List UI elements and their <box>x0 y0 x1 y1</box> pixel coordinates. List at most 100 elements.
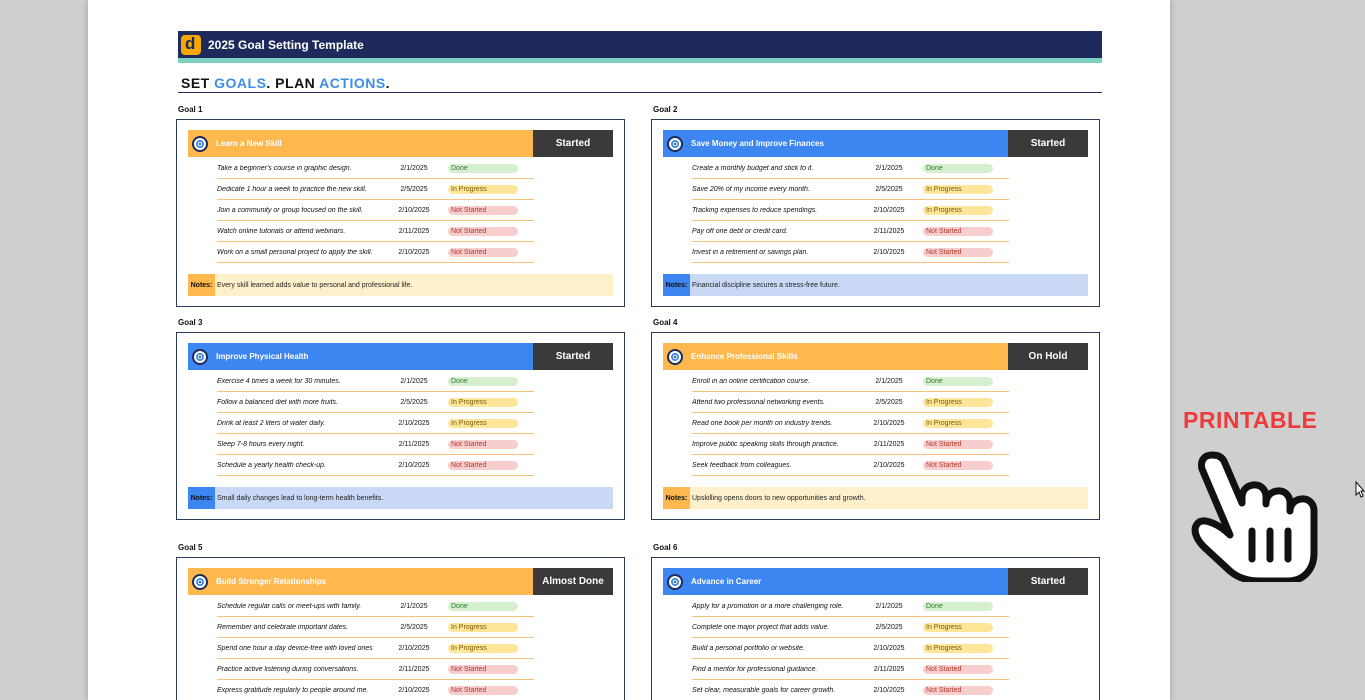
task-status[interactable]: Done <box>923 376 993 386</box>
printable-label: PRINTABLE <box>1183 407 1318 433</box>
goal-label: Goal 3 <box>178 318 203 327</box>
task-status[interactable]: In Progress <box>448 397 518 407</box>
task-text: Save 20% of my income every month. <box>692 185 810 193</box>
task-status[interactable]: In Progress <box>448 418 518 428</box>
goal-card-header: Advance in Career Started <box>663 568 1088 595</box>
task-status[interactable]: Done <box>923 163 993 173</box>
goal-status[interactable]: Started <box>1008 130 1088 157</box>
task-row: Take a beginner's course in graphic desi… <box>217 158 534 179</box>
task-status[interactable]: In Progress <box>448 184 518 194</box>
goal-title: Save Money and Improve Finances <box>691 139 824 148</box>
task-status[interactable]: In Progress <box>923 205 993 215</box>
goal-title-bar: Enhance Professional Skills <box>663 343 1008 370</box>
task-status[interactable]: Not Started <box>923 247 993 257</box>
task-row: Attend two professional networking event… <box>692 392 1009 413</box>
target-icon <box>667 573 683 590</box>
task-text: Dedicate 1 hour a week to practice the n… <box>217 185 367 193</box>
task-row: Complete one major project that adds val… <box>692 617 1009 638</box>
task-status[interactable]: In Progress <box>448 643 518 653</box>
notes-label: Notes: <box>188 274 215 296</box>
task-status[interactable]: In Progress <box>923 184 993 194</box>
task-row: Follow a balanced diet with more fruits.… <box>217 392 534 413</box>
task-date: 2/11/2025 <box>873 440 905 448</box>
task-date: 2/10/2025 <box>398 461 430 469</box>
task-date: 2/11/2025 <box>873 665 905 673</box>
task-status[interactable]: Done <box>448 601 518 611</box>
task-row: Sleep 7-8 hours every night. 2/11/2025 Not… <box>217 434 534 455</box>
goal-card-header: Build Stronger Relationships Almost Done <box>188 568 613 595</box>
task-date: 2/1/2025 <box>875 164 903 172</box>
task-status[interactable]: Not Started <box>448 205 518 215</box>
task-text: Seek feedback from colleagues. <box>692 461 792 469</box>
task-date: 2/10/2025 <box>873 248 905 256</box>
target-icon <box>192 135 208 152</box>
goal-status[interactable]: Started <box>1008 568 1088 595</box>
task-status[interactable]: Not Started <box>448 226 518 236</box>
task-status[interactable]: In Progress <box>448 622 518 632</box>
task-status[interactable]: Not Started <box>923 685 993 695</box>
task-date: 2/5/2025 <box>400 623 428 631</box>
notes-text: Every skill learned adds value to person… <box>217 281 413 289</box>
task-list: Take a beginner's course in graphic desi… <box>217 158 534 263</box>
task-text: Follow a balanced diet with more fruits. <box>217 398 338 406</box>
goal-card: Improve Physical Health Started Exercise 4… <box>176 332 625 520</box>
task-row: Drink at least 2 liters of water daily. 2… <box>217 413 534 434</box>
task-row: Schedule regular calls or meet-ups with … <box>217 596 534 617</box>
task-text: Take a beginner's course in graphic desi… <box>217 164 352 172</box>
task-text: Complete one major project that adds val… <box>692 623 830 631</box>
goal-status[interactable]: Almost Done <box>533 568 613 595</box>
task-text: Attend two professional networking event… <box>692 398 826 406</box>
task-text: Join a community or group focused on the… <box>217 206 363 214</box>
notes-label: Notes: <box>188 487 215 509</box>
task-status[interactable]: In Progress <box>923 622 993 632</box>
task-row: Apply for a promotion or a more challeng… <box>692 596 1009 617</box>
task-row: Find a mentor for professional guidance.… <box>692 659 1009 680</box>
task-status[interactable]: In Progress <box>923 643 993 653</box>
goal-notes: Notes: Financial discipline secures a str… <box>663 274 1088 296</box>
task-text: Find a mentor for professional guidance. <box>692 665 818 673</box>
task-date: 2/10/2025 <box>398 206 430 214</box>
task-row: Schedule a yearly health check-up. 2/10/2… <box>217 455 534 476</box>
task-text: Create a monthly budget and stick to it. <box>692 164 814 172</box>
task-date: 2/5/2025 <box>400 398 428 406</box>
task-status[interactable]: In Progress <box>923 397 993 407</box>
task-status[interactable]: Not Started <box>923 439 993 449</box>
task-date: 2/5/2025 <box>875 185 903 193</box>
task-row: Exercise 4 times a week for 30 minutes. 2… <box>217 371 534 392</box>
template-header: d 2025 Goal Setting Template <box>178 31 1102 58</box>
goal-title-bar: Improve Physical Health <box>188 343 533 370</box>
task-status[interactable]: Not Started <box>448 247 518 257</box>
goal-title: Learn a New Skill <box>216 139 282 148</box>
notes-text: Small daily changes lead to long-term he… <box>217 494 384 502</box>
target-icon <box>192 573 208 590</box>
goal-title-bar: Build Stronger Relationships <box>188 568 533 595</box>
task-text: Enroll in an online certification course… <box>692 377 810 385</box>
goal-card: Learn a New Skill Started Take a beginner'… <box>176 119 625 307</box>
task-text: Tracking expenses to reduce spendings. <box>692 206 818 214</box>
task-status[interactable]: In Progress <box>923 418 993 428</box>
task-status[interactable]: Not Started <box>448 460 518 470</box>
task-date: 2/10/2025 <box>873 206 905 214</box>
task-status[interactable]: Not Started <box>923 226 993 236</box>
task-status[interactable]: Done <box>448 163 518 173</box>
goal-status[interactable]: Started <box>533 130 613 157</box>
target-icon <box>667 348 683 365</box>
task-list: Exercise 4 times a week for 30 minutes. 2… <box>217 371 534 476</box>
task-status[interactable]: Not Started <box>923 664 993 674</box>
task-status[interactable]: Not Started <box>448 664 518 674</box>
goal-label: Goal 5 <box>178 543 203 552</box>
task-status[interactable]: Not Started <box>923 460 993 470</box>
goal-card: Save Money and Improve Finances Started Cr… <box>651 119 1100 307</box>
task-row: Pay off one debt or credit card. 2/11/202… <box>692 221 1009 242</box>
goal-label: Goal 1 <box>178 105 203 114</box>
task-date: 2/5/2025 <box>875 398 903 406</box>
task-status[interactable]: Done <box>923 601 993 611</box>
goal-status[interactable]: Started <box>533 343 613 370</box>
task-status[interactable]: Done <box>448 376 518 386</box>
goal-status[interactable]: On Hold <box>1008 343 1088 370</box>
task-status[interactable]: Not Started <box>448 439 518 449</box>
goal-title: Advance in Career <box>691 577 762 586</box>
task-row: Improve public speaking skills through p… <box>692 434 1009 455</box>
task-status[interactable]: Not Started <box>448 685 518 695</box>
task-text: Express gratitude regularly to people ar… <box>217 686 369 694</box>
